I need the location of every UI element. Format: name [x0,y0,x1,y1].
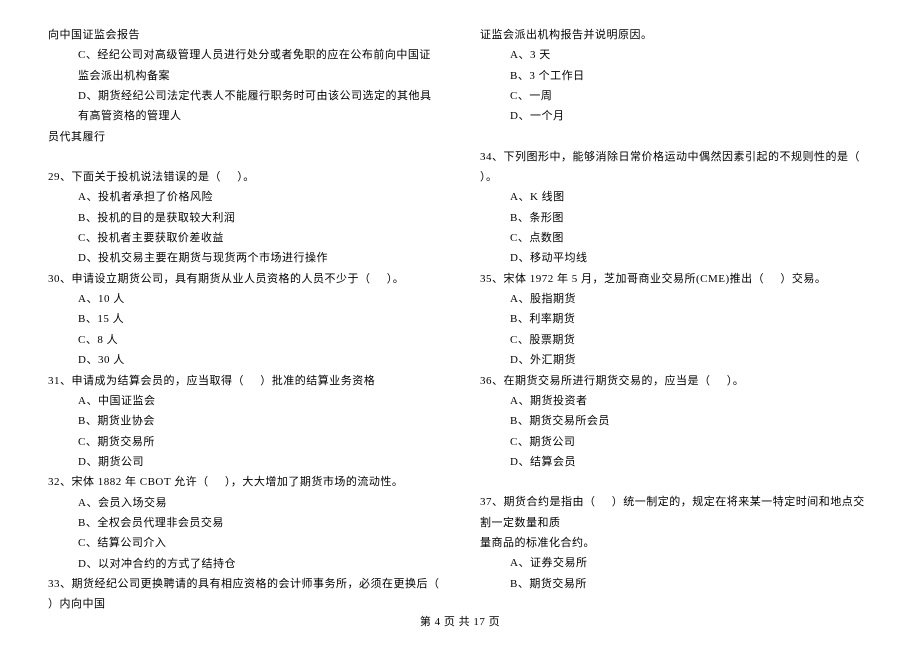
text-line: D、以对冲合约的方式了结持仓 [48,554,440,574]
text-line: 35、宋体 1972 年 5 月，芝加哥商业交易所(CME)推出（ ）交易。 [480,269,872,289]
text-line: 证监会派出机构报告并说明原因。 [480,25,872,45]
text-line: C、投机者主要获取价差收益 [48,228,440,248]
text-line: 员代其履行 [48,127,440,147]
text-line: A、股指期货 [480,289,872,309]
right-column: 证监会派出机构报告并说明原因。A、3 天B、3 个工作日C、一周D、一个月 34、… [480,25,872,615]
text-line: B、期货交易所 [480,574,872,594]
text-line: 向中国证监会报告 [48,25,440,45]
text-line: C、8 人 [48,330,440,350]
text-line: 30、申请设立期货公司，具有期货从业人员资格的人员不少于（ ）。 [48,269,440,289]
text-line: B、15 人 [48,309,440,329]
text-line: B、利率期货 [480,309,872,329]
text-line: 37、期货合约是指由（ ）统一制定的，规定在将来某一特定时间和地点交割一定数量和… [480,492,872,533]
text-line: A、10 人 [48,289,440,309]
text-line: A、证券交易所 [480,553,872,573]
text-line: 36、在期货交易所进行期货交易的，应当是（ ）。 [480,371,872,391]
content-columns: 向中国证监会报告C、经纪公司对高级管理人员进行处分或者免职的应在公布前向中国证监… [48,25,872,615]
text-line: D、外汇期货 [480,350,872,370]
text-line: B、3 个工作日 [480,66,872,86]
text-line: 量商品的标准化合约。 [480,533,872,553]
text-line: D、投机交易主要在期货与现货两个市场进行操作 [48,248,440,268]
text-line: C、期货公司 [480,432,872,452]
text-line: A、期货投资者 [480,391,872,411]
text-line: D、移动平均线 [480,248,872,268]
text-line: A、会员入场交易 [48,493,440,513]
text-line: D、结算会员 [480,452,872,472]
text-line: B、期货交易所会员 [480,411,872,431]
text-line: A、3 天 [480,45,872,65]
text-line: A、K 线图 [480,187,872,207]
text-line: B、条形图 [480,208,872,228]
text-line: 29、下面关于投机说法错误的是（ ）。 [48,167,440,187]
text-line: D、一个月 [480,106,872,126]
text-line: A、投机者承担了价格风险 [48,187,440,207]
text-line: C、点数图 [480,228,872,248]
blank-line [480,127,872,147]
page-footer: 第 4 页 共 17 页 [0,612,920,632]
text-line: B、投机的目的是获取较大利润 [48,208,440,228]
text-line: B、全权会员代理非会员交易 [48,513,440,533]
text-line: 32、宋体 1882 年 CBOT 允许（ ），大大增加了期货市场的流动性。 [48,472,440,492]
text-line: D、30 人 [48,350,440,370]
text-line: D、期货经纪公司法定代表人不能履行职务时可由该公司选定的其他具有高管资格的管理人 [48,86,440,127]
text-line: C、一周 [480,86,872,106]
text-line: C、结算公司介入 [48,533,440,553]
left-column: 向中国证监会报告C、经纪公司对高级管理人员进行处分或者免职的应在公布前向中国证监… [48,25,440,615]
text-line: D、期货公司 [48,452,440,472]
text-line: 31、申请成为结算会员的，应当取得（ ）批准的结算业务资格 [48,371,440,391]
text-line: B、期货业协会 [48,411,440,431]
blank-line [480,472,872,492]
text-line: 34、下列图形中，能够消除日常价格运动中偶然因素引起的不规则性的是（ ）。 [480,147,872,188]
text-line: 33、期货经纪公司更换聘请的具有相应资格的会计师事务所，必须在更换后（ ）内向中… [48,574,440,615]
text-line: C、经纪公司对高级管理人员进行处分或者免职的应在公布前向中国证监会派出机构备案 [48,45,440,86]
blank-line [48,147,440,167]
text-line: C、股票期货 [480,330,872,350]
text-line: A、中国证监会 [48,391,440,411]
text-line: C、期货交易所 [48,432,440,452]
